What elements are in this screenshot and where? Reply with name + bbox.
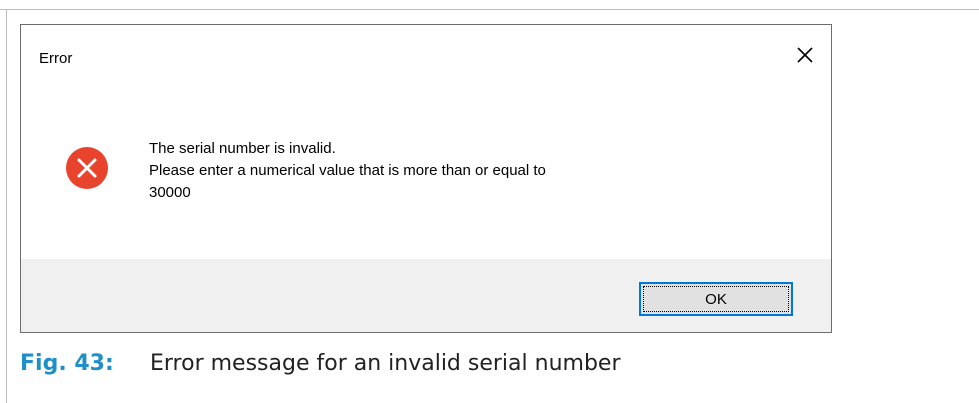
close-button[interactable]: [789, 39, 821, 71]
ok-button[interactable]: OK: [639, 282, 793, 316]
message-line: The serial number is invalid.: [149, 140, 336, 157]
figure-frame-top-border: [0, 9, 979, 10]
dialog-button-bar: OK: [21, 259, 831, 332]
error-icon: [65, 146, 109, 190]
close-icon: [797, 47, 813, 63]
message-line: Please enter a numerical value that is m…: [149, 162, 546, 179]
figure-caption: Fig. 43: Error message for an invalid ser…: [20, 351, 621, 376]
ok-button-label: OK: [705, 290, 727, 308]
error-dialog: Error The serial number is invalid. Plea…: [20, 24, 832, 333]
dialog-titlebar: Error: [21, 25, 831, 93]
figure-number: Fig. 43:: [20, 351, 114, 376]
dialog-content: The serial number is invalid. Please ent…: [21, 93, 831, 258]
dialog-title: Error: [39, 50, 73, 67]
figure-caption-text: Error message for an invalid serial numb…: [150, 351, 621, 376]
error-message: The serial number is invalid. Please ent…: [149, 138, 546, 204]
figure-frame-left-border: [6, 9, 7, 403]
message-line: 30000: [149, 184, 191, 201]
